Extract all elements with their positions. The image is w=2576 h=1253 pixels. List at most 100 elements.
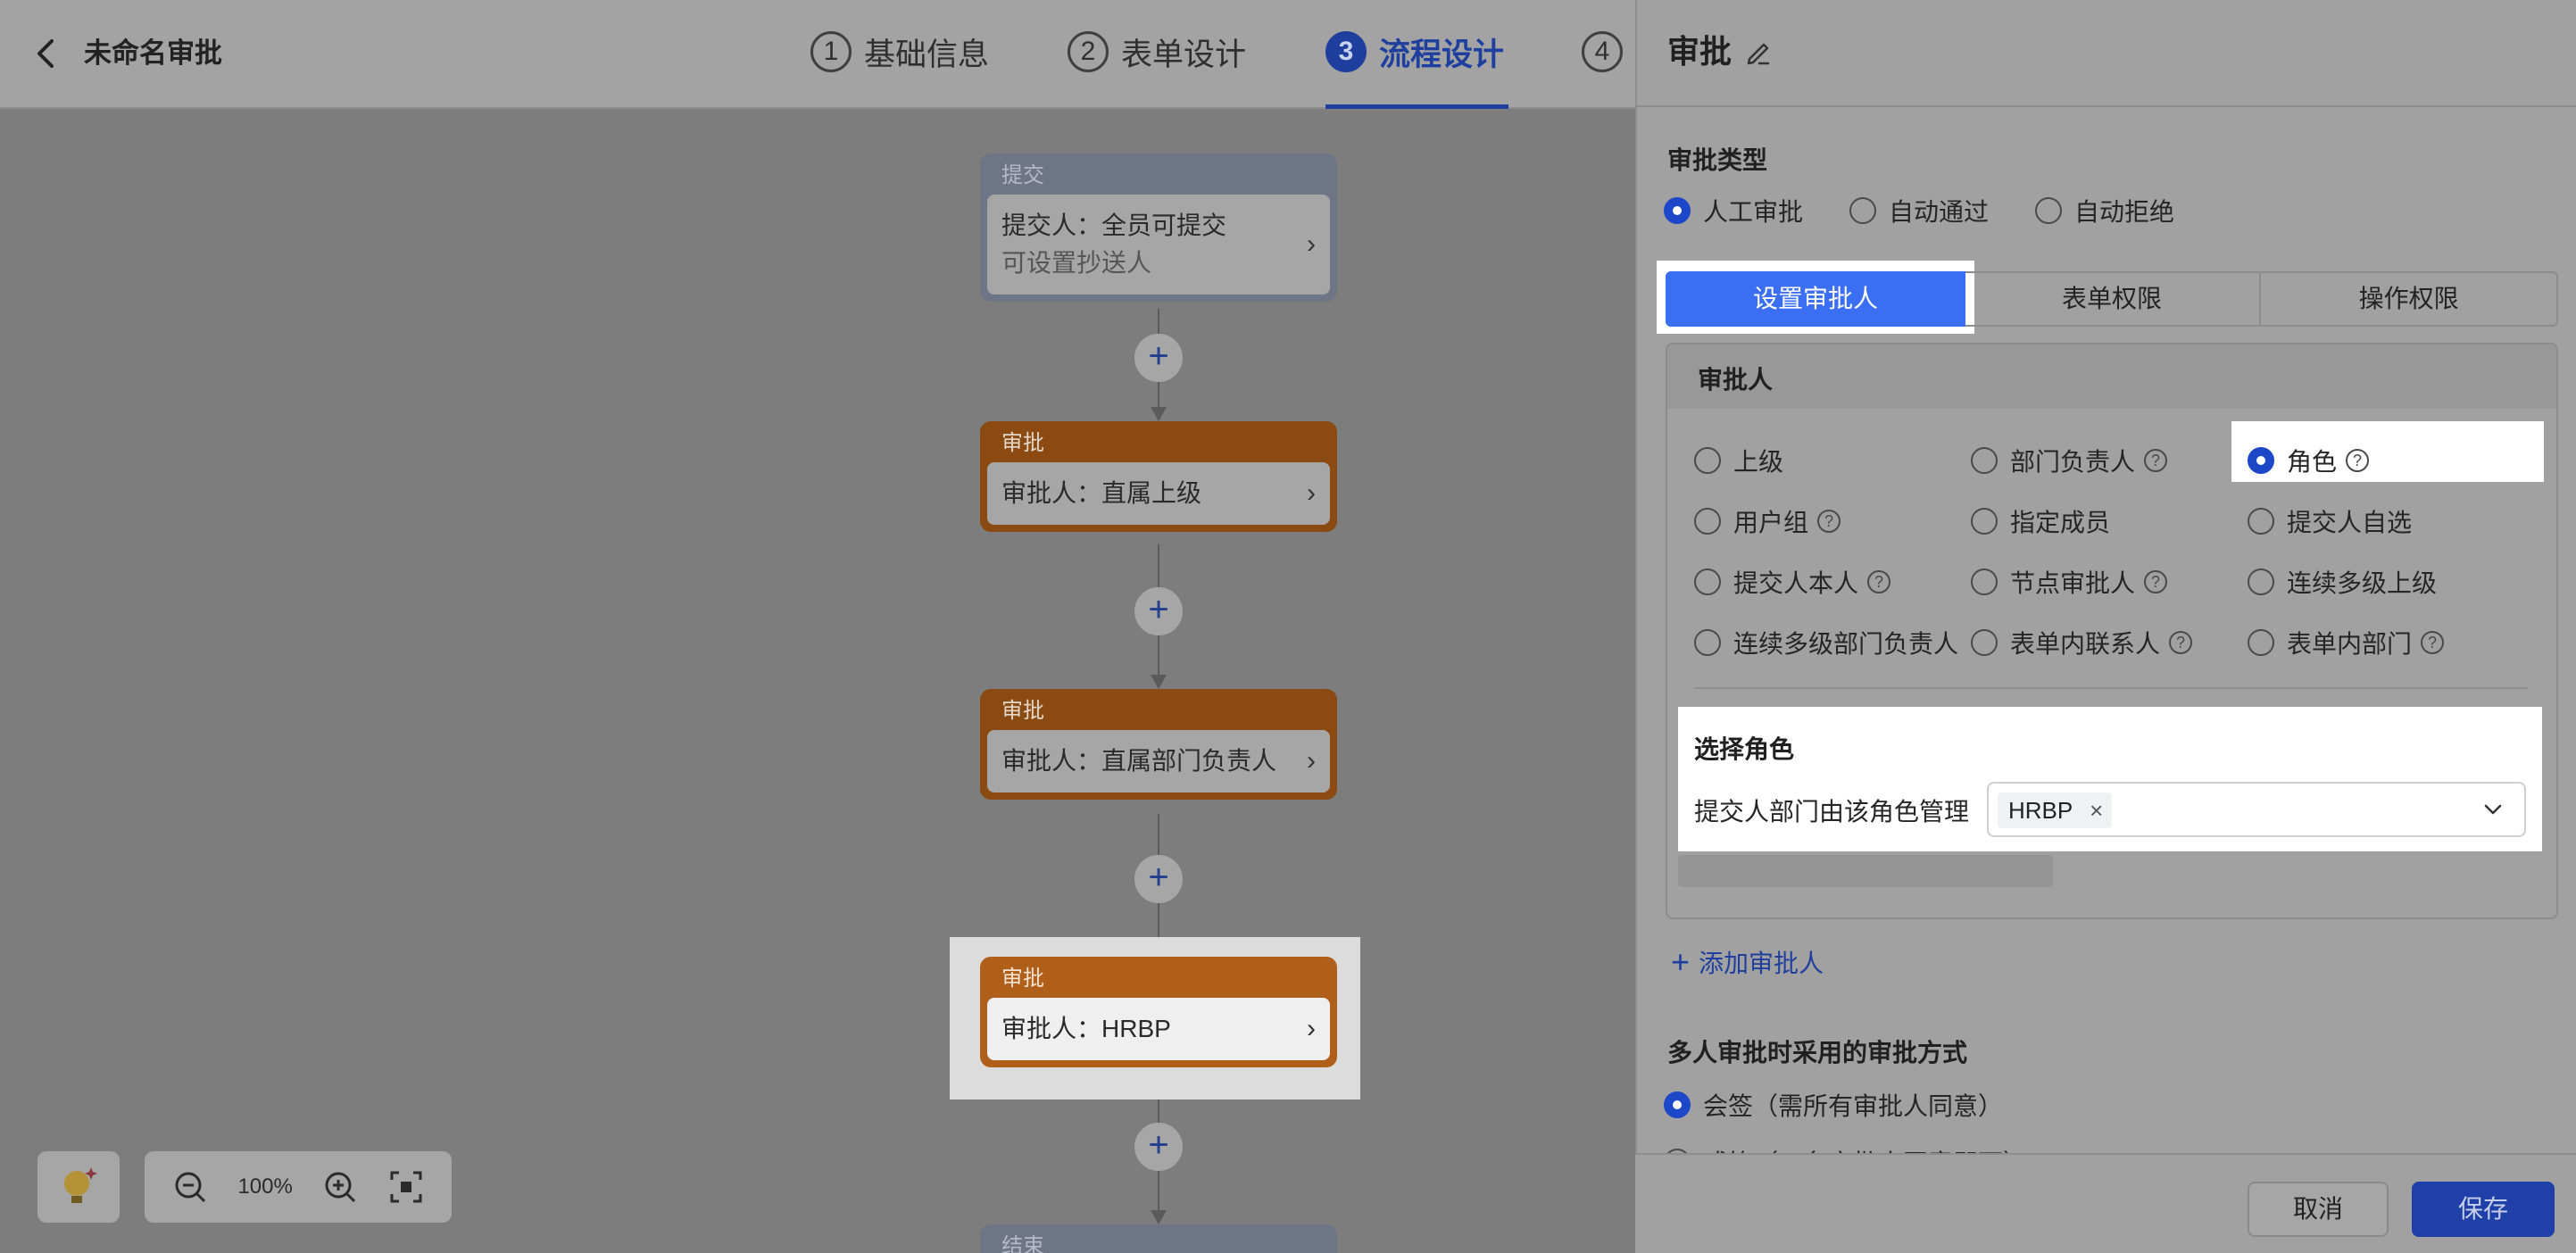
fit-screen-icon[interactable] [388,1169,424,1205]
radio-approver-form-dept[interactable]: 表单内部门 ? [2248,625,2445,660]
radio-label: 部门负责人 [2010,448,2136,476]
chevron-right-icon: › [1307,1014,1316,1043]
cancel-button[interactable]: 取消 [2248,1182,2389,1237]
radio-label: 指定成员 [2010,509,2111,536]
node-body: 提交人：全员可提交 可设置抄送人 › [987,195,1330,295]
node-title: 审批 [1001,967,1044,991]
approver-text: 审批人：HRBP [1001,1015,1171,1042]
role-select[interactable]: HRBP × [1987,782,2526,837]
radio-approver-superior[interactable]: 上级 [1694,443,1783,478]
radio-checked-icon [1664,1091,1691,1118]
radio-checked-icon [1664,197,1691,224]
step-number: 1 [810,31,852,72]
step-basic-info[interactable]: 1 基础信息 [810,27,989,77]
tab-set-approver[interactable]: 设置审批人 [1666,271,1965,327]
step-label: 表单设计 [1121,37,1247,72]
flow-canvas [0,111,1635,1253]
help-icon[interactable]: ? [1867,570,1891,593]
tab-operation-permission[interactable]: 操作权限 [2261,273,2556,325]
help-icon[interactable]: ? [2421,631,2445,654]
radio-countersign[interactable]: 会签（需所有审批人同意） [1664,1087,2003,1123]
step-number: 4 [1582,31,1623,72]
select-role-title: 选择角色 [1694,735,1795,763]
add-node-button[interactable]: + [1134,1123,1183,1171]
radio-label: 自动通过 [1889,198,1990,226]
radio-approver-form-contact[interactable]: 表单内联系人 ? [1971,625,2193,660]
node-body: 审批人：直属上级 › [987,462,1330,525]
approver-card-title: 审批人 [1698,366,1774,394]
approval-node-selected[interactable]: 审批 审批人：HRBP › [980,957,1337,1067]
radio-approver-node-approver[interactable]: 节点审批人 ? [1971,564,2168,600]
lightbulb-icon [64,1167,97,1203]
role-tag: HRBP × [1998,792,2113,828]
remove-tag-icon[interactable]: × [2090,792,2103,828]
radio-unchecked-icon [1694,568,1721,595]
top-bar: 未命名审批 1 基础信息 2 表单设计 3 流程设计 4 [0,0,1635,109]
step-form-design[interactable]: 2 表单设计 [1068,27,1246,77]
radio-approver-submitter-self[interactable]: 提交人本人 ? [1694,564,1891,600]
help-icon[interactable]: ? [2346,449,2370,472]
radio-approver-submitter-choose[interactable]: 提交人自选 [2248,503,2412,539]
radio-unchecked-icon [2248,568,2274,595]
role-field-label: 提交人部门由该角色管理 [1694,798,1970,826]
approver-text: 审批人：直属上级 [1001,479,1202,507]
multi-approval-label: 多人审批时采用的审批方式 [1667,1039,1968,1066]
radio-unchecked-icon [1971,447,1998,474]
radio-approver-user-group[interactable]: 用户组 ? [1694,503,1841,539]
chevron-right-icon: › [1307,229,1316,259]
add-approver-link[interactable]: + 添加审批人 [1671,944,1824,980]
app-title: 未命名审批 [84,37,222,69]
radio-unchecked-icon [1971,568,1998,595]
radio-approver-role[interactable]: 角色 ? [2248,443,2370,478]
approval-type-label: 审批类型 [1667,146,1768,174]
radio-unchecked-icon [2035,197,2062,224]
zoom-out-icon[interactable] [172,1169,208,1205]
drawer-title: 审批 [1667,33,1733,70]
approval-node[interactable]: 审批 审批人：直属上级 › [980,421,1337,532]
add-node-button[interactable]: + [1134,587,1183,635]
approval-node[interactable]: 审批 审批人：直属部门负责人 › [980,689,1337,800]
start-node[interactable]: 提交 提交人：全员可提交 可设置抄送人 › [980,154,1337,302]
step-number: 3 [1325,31,1367,72]
back-arrow-icon[interactable] [23,30,70,77]
save-button[interactable]: 保存 [2412,1182,2555,1237]
radio-approver-dept-head[interactable]: 部门负责人 ? [1971,443,2168,478]
step-label: 流程设计 [1379,37,1505,72]
help-icon[interactable]: ? [1817,510,1841,533]
help-icon[interactable]: ? [2169,631,2193,654]
chevron-right-icon: › [1307,478,1316,508]
help-icon[interactable]: ? [2144,449,2168,472]
end-node[interactable]: 结束 [980,1224,1337,1253]
chevron-down-icon[interactable] [2481,798,2505,821]
step-number: 2 [1068,31,1109,72]
radio-approver-multi-level-superior[interactable]: 连续多级上级 [2248,564,2437,600]
radio-auto-pass[interactable]: 自动通过 [1849,193,1989,228]
radio-approver-member[interactable]: 指定成员 [1971,503,2110,539]
connector-arrow-icon [1151,675,1167,689]
step-label: 基础信息 [864,37,990,72]
zoom-in-icon[interactable] [322,1169,358,1205]
connector-arrow-icon [1151,1210,1167,1224]
radio-unchecked-icon [1694,629,1721,656]
radio-label: 角色 [2287,448,2338,476]
radio-auto-reject[interactable]: 自动拒绝 [2035,193,2174,228]
add-node-button[interactable]: + [1134,334,1183,382]
radio-label: 自动拒绝 [2074,198,2175,226]
radio-approver-multi-level-dept-head[interactable]: 连续多级部门负责人 [1694,625,1958,660]
loading-placeholder [1678,855,2053,887]
cc-text: 可设置抄送人 [1001,249,1152,277]
tips-button[interactable] [37,1151,120,1223]
step-flow-design[interactable]: 3 流程设计 [1325,27,1504,77]
add-node-button[interactable]: + [1134,855,1183,903]
zoom-level: 100% [237,1174,293,1199]
node-title: 结束 [1001,1234,1044,1253]
active-step-underline [1325,104,1508,109]
edit-pencil-icon[interactable] [1742,36,1774,68]
step-4[interactable]: 4 [1582,27,1635,77]
radio-manual-approval[interactable]: 人工审批 [1664,193,1803,228]
tab-form-permission[interactable]: 表单权限 [1965,273,2262,325]
connector-arrow-icon [1151,407,1167,421]
help-icon[interactable]: ? [2144,570,2168,593]
node-title: 审批 [1001,431,1044,455]
radio-unchecked-icon [1971,629,1998,656]
